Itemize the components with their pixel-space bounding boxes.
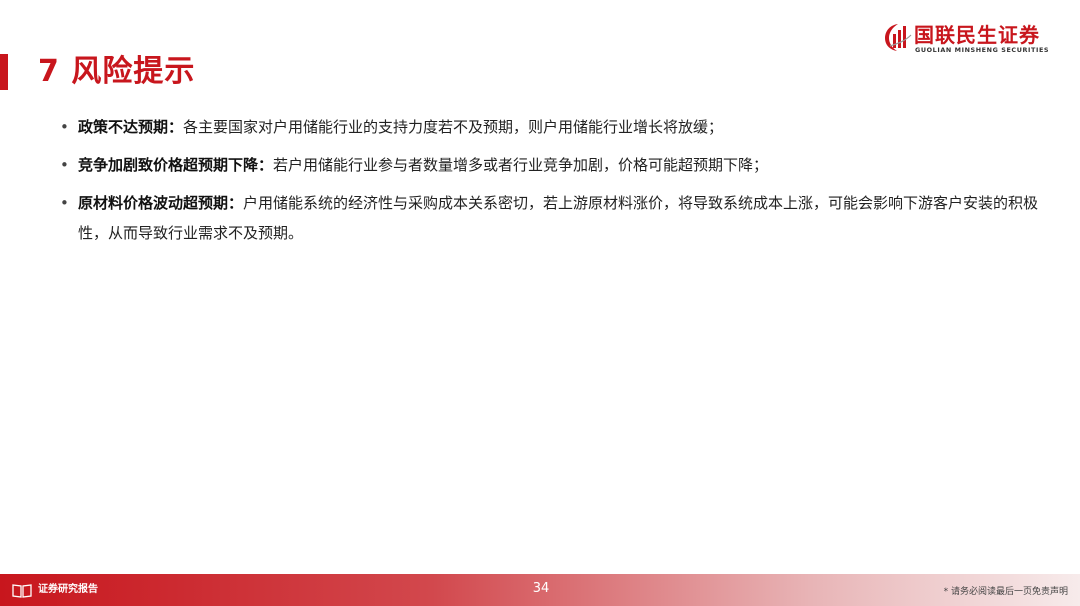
- list-item: • 政策不达预期：各主要国家对户用储能行业的支持力度若不及预期，则户用储能行业增…: [60, 112, 1050, 142]
- risk-list: • 政策不达预期：各主要国家对户用储能行业的支持力度若不及预期，则户用储能行业增…: [60, 112, 1050, 256]
- disclaimer-note: * 请务必阅读最后一页免责声明: [943, 587, 1068, 597]
- list-item: • 原材料价格波动超预期：户用储能系统的经济性与采购成本关系密切，若上游原材料涨…: [60, 188, 1050, 248]
- page-number: 34: [532, 581, 550, 596]
- book-icon: [12, 584, 32, 598]
- bullet-text: 各主要国家对户用储能行业的支持力度若不及预期，则户用储能行业增长将放缓；: [183, 118, 724, 136]
- bullet-heading: 政策不达预期：: [78, 118, 184, 136]
- page-title: 7 风险提示: [38, 54, 196, 89]
- logo-mark-icon: [885, 24, 912, 51]
- logo-chinese-name: 国联民生证券: [914, 23, 1040, 47]
- bullet-text: 若户用储能行业参与者数量增多或者行业竞争加剧，价格可能超预期下降；: [273, 156, 769, 174]
- logo-english-name: GUOLIAN MINSHENG SECURITIES: [915, 46, 1050, 54]
- footer-bar: 证券研究报告 34 * 请务必阅读最后一页免责声明: [0, 574, 1080, 606]
- title-accent-bar: [0, 54, 8, 90]
- list-item: • 竞争加剧致价格超预期下降：若户用储能行业参与者数量增多或者行业竞争加剧，价格…: [60, 150, 1050, 180]
- report-type-label: 证券研究报告: [38, 584, 98, 595]
- bullet-heading: 原材料价格波动超预期：: [78, 194, 244, 212]
- bullet-dot-icon: •: [60, 118, 69, 136]
- company-logo: 国联民生证券 GUOLIAN MINSHENG SECURITIES: [884, 22, 1054, 56]
- bullet-heading: 竞争加剧致价格超预期下降：: [78, 156, 274, 174]
- bullet-dot-icon: •: [60, 156, 69, 174]
- bullet-dot-icon: •: [60, 194, 69, 212]
